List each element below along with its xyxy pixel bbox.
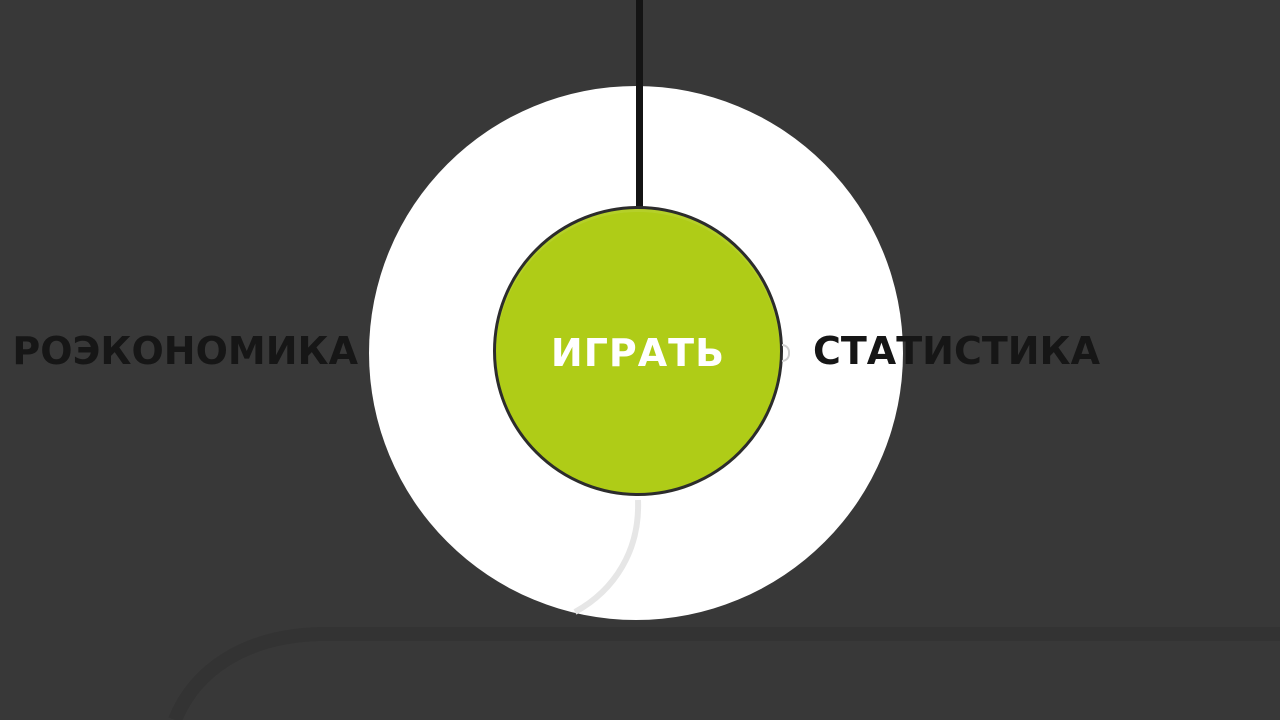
play-button[interactable]: ИГРАТЬ <box>493 206 783 496</box>
menu-item-economics[interactable]: РОЭКОНОМИКА <box>12 326 358 376</box>
inner-track-curve <box>573 499 642 615</box>
play-label: ИГРАТЬ <box>550 331 726 375</box>
menu-item-statistics[interactable]: СТАТИСТИКА <box>813 326 1100 376</box>
connector-line <box>636 0 643 210</box>
main-menu-stage: РОЭКОНОМИКА ИГРАТЬ СТАТИСТИКА <box>0 0 1280 720</box>
